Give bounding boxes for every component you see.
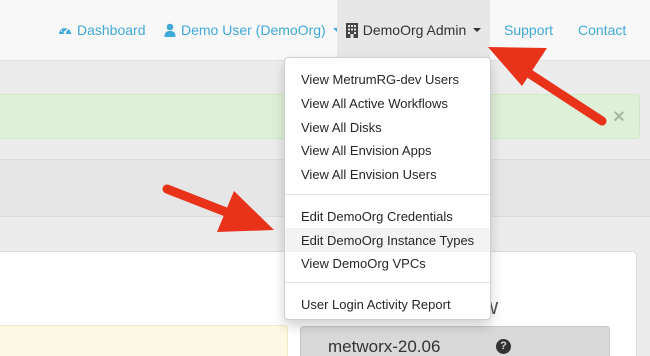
top-navbar: Dashboard Demo User (DemoOrg) DemoOrg Ad… <box>0 0 650 60</box>
warning-box <box>0 325 288 356</box>
nav-dashboard-label: Dashboard <box>77 22 146 38</box>
user-icon <box>164 23 176 37</box>
nav-admin-label: DemoOrg Admin <box>362 22 467 38</box>
menu-item-view-disks[interactable]: View All Disks <box>285 115 490 139</box>
chevron-down-icon <box>473 28 482 32</box>
close-icon[interactable]: × <box>611 106 627 128</box>
nav-support-label: Support <box>504 22 554 38</box>
menu-item-edit-instance-types[interactable]: Edit DemoOrg Instance Types <box>285 228 490 252</box>
menu-divider <box>285 282 490 283</box>
menu-item-view-envision-users[interactable]: View All Envision Users <box>285 162 490 186</box>
nav-dashboard-link[interactable]: Dashboard <box>58 0 146 60</box>
menu-divider <box>285 194 490 195</box>
version-value: metworx-20.06 <box>328 337 441 356</box>
building-icon <box>345 22 358 38</box>
menu-item-edit-credentials[interactable]: Edit DemoOrg Credentials <box>285 204 490 228</box>
menu-item-login-report[interactable]: User Login Activity Report <box>285 292 490 316</box>
nav-contact-label: Contact <box>578 22 627 38</box>
nav-admin-dropdown[interactable]: DemoOrg Admin <box>337 0 490 60</box>
question-circle-icon[interactable]: ? <box>496 339 511 354</box>
menu-item-view-users[interactable]: View MetrumRG-dev Users <box>285 67 490 91</box>
menu-item-view-workflows[interactable]: View All Active Workflows <box>285 91 490 115</box>
nav-contact-link[interactable]: Contact <box>578 0 626 60</box>
menu-item-view-apps[interactable]: View All Envision Apps <box>285 138 490 162</box>
tachometer-icon <box>58 24 72 36</box>
nav-support-link[interactable]: Support <box>504 0 553 60</box>
admin-dropdown-menu: View MetrumRG-dev Users View All Active … <box>284 57 491 320</box>
nav-user-dropdown[interactable]: Demo User (DemoOrg) <box>164 0 341 60</box>
app-page: Dashboard Demo User (DemoOrg) DemoOrg Ad… <box>0 0 650 356</box>
menu-item-view-vpcs[interactable]: View DemoOrg VPCs <box>285 251 490 275</box>
nav-user-label: Demo User (DemoOrg) <box>181 22 326 38</box>
